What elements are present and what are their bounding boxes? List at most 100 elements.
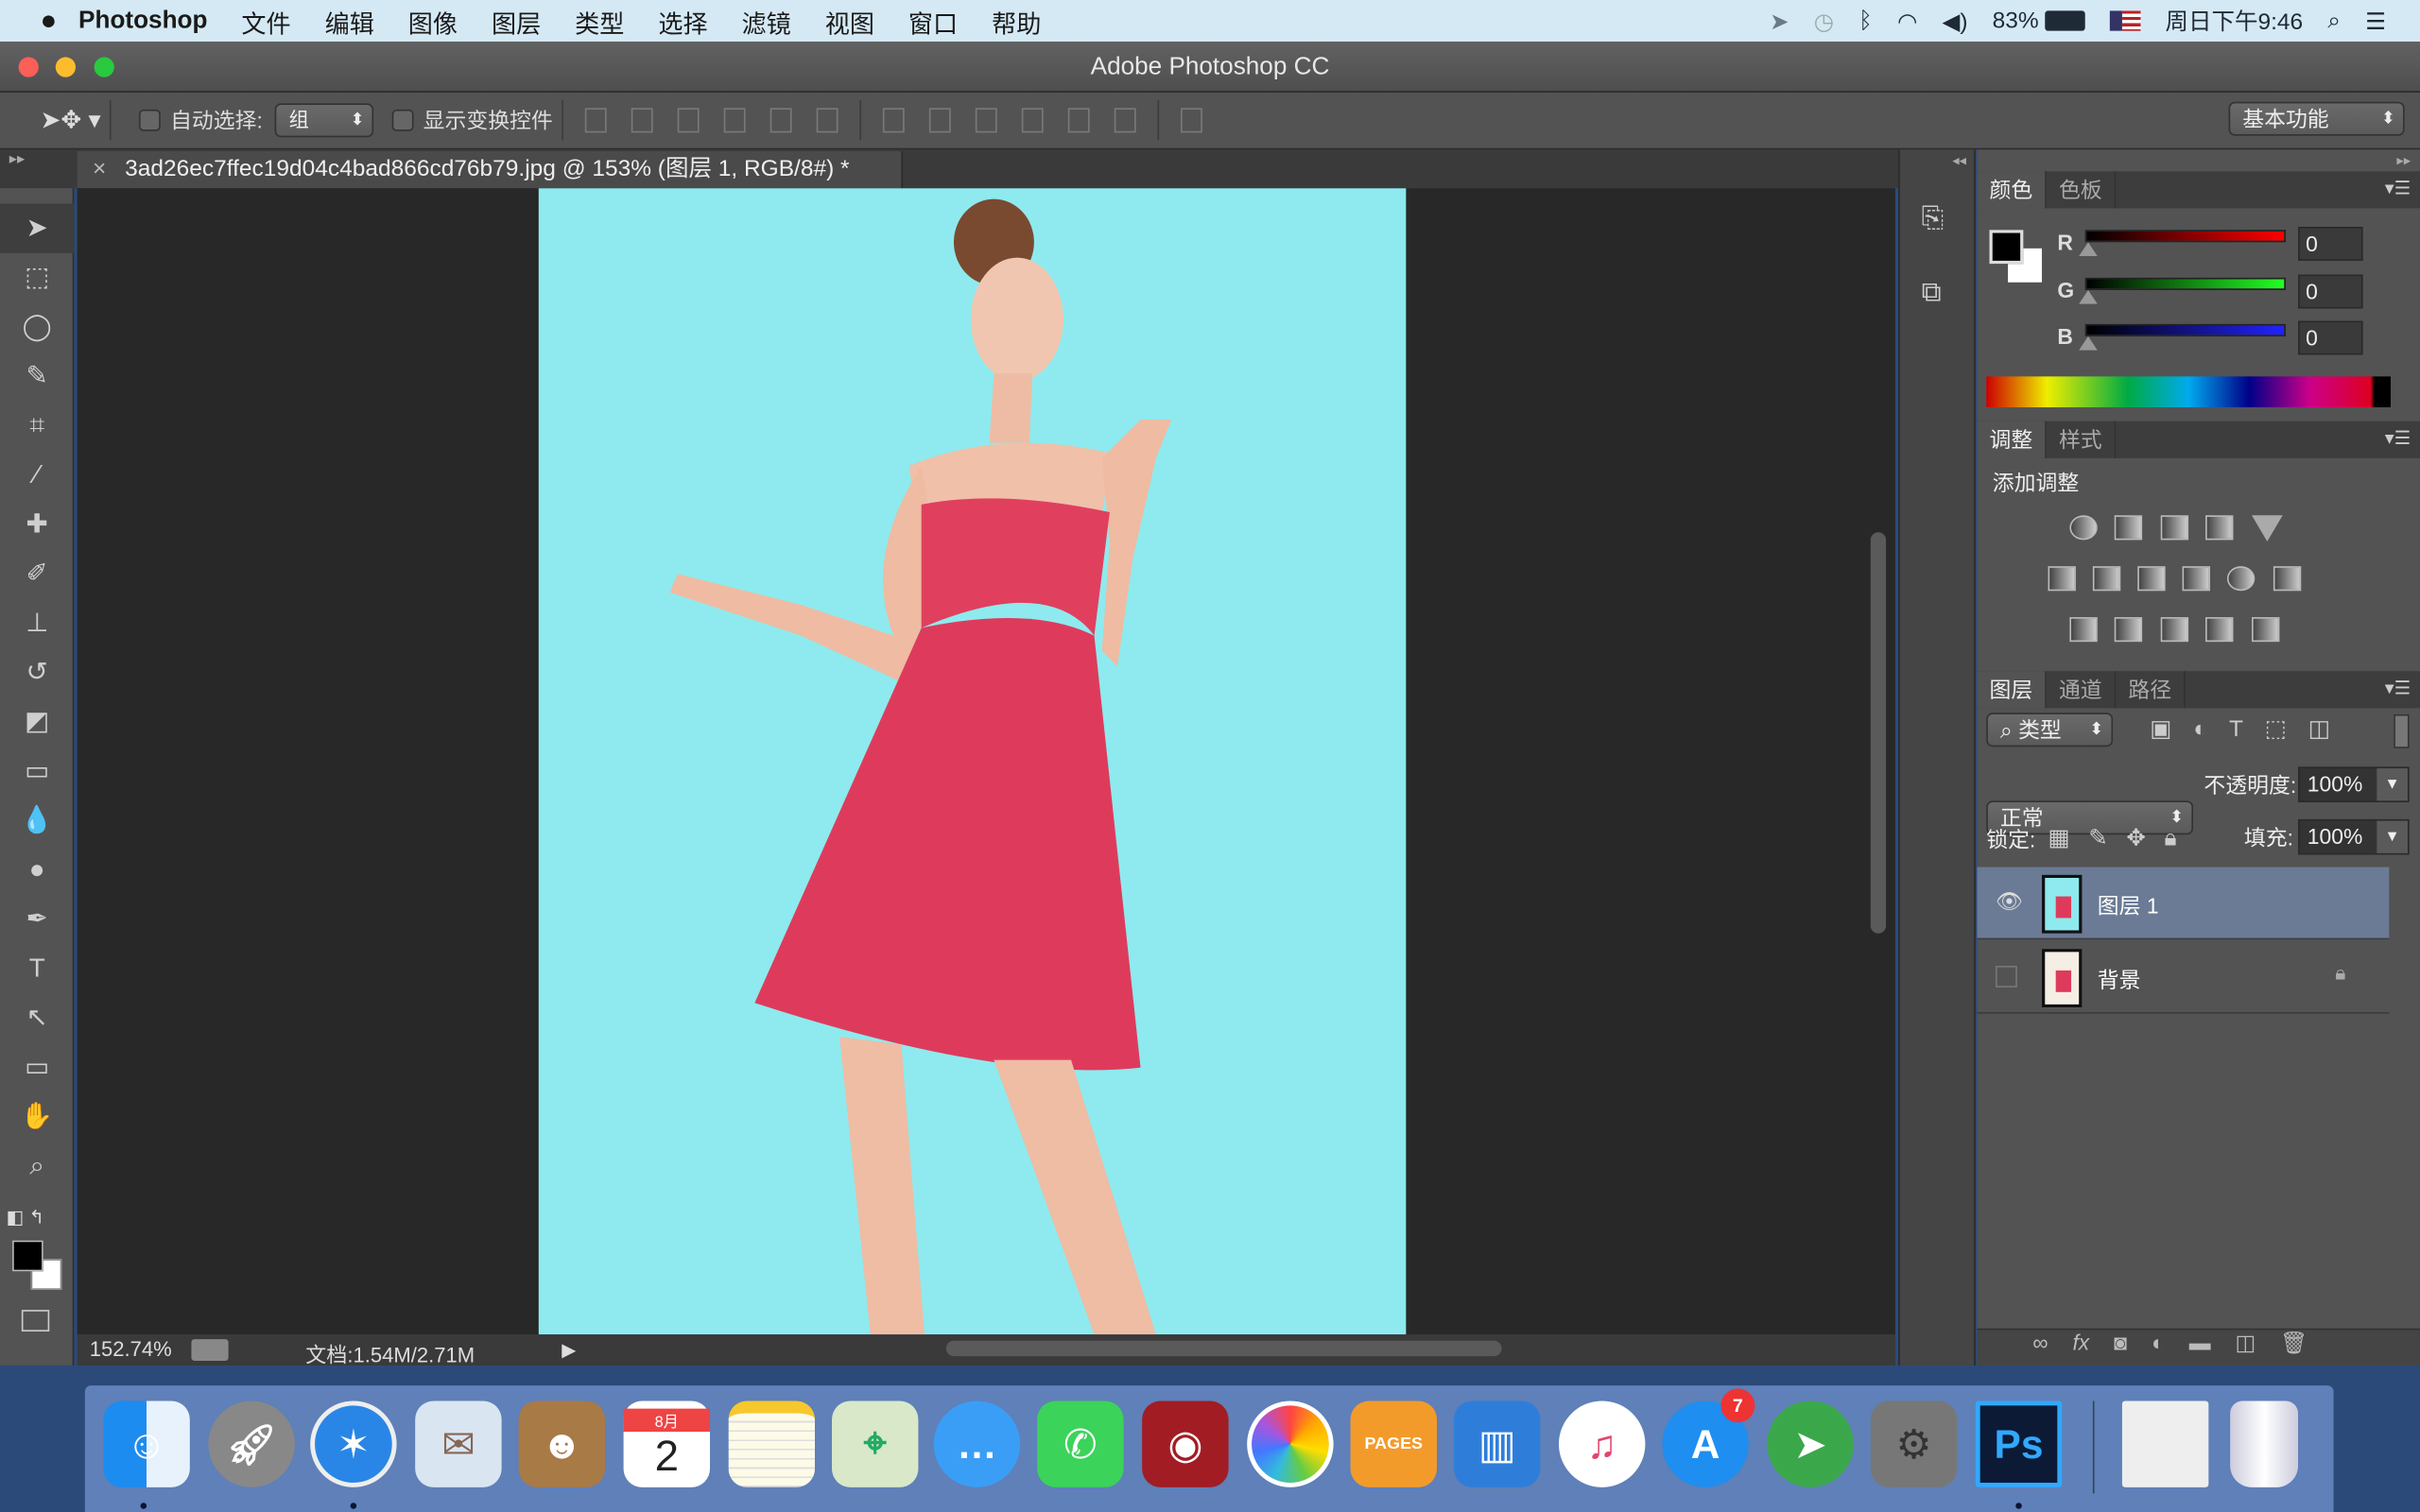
rectangle-tool-icon[interactable]: ▭	[0, 1043, 74, 1092]
distribute-bottom-icon[interactable]	[976, 108, 997, 133]
brightness-contrast-icon[interactable]	[2069, 515, 2098, 541]
menu-filter[interactable]: 滤镜	[742, 2, 791, 39]
move-tool-preset-icon[interactable]: ➤✥ ▾	[40, 105, 100, 136]
document-image[interactable]	[538, 188, 1407, 1335]
distribute-top-icon[interactable]	[883, 108, 906, 133]
opacity-dropdown-icon[interactable]: ▼	[2377, 768, 2408, 801]
r-slider-thumb[interactable]	[2079, 242, 2098, 257]
hand-tool-icon[interactable]: ✋	[0, 1092, 74, 1142]
visibility-toggle[interactable]	[1996, 966, 2017, 988]
color-lookup-icon[interactable]	[2273, 566, 2302, 592]
lock-pixels-icon[interactable]: ✎	[2088, 825, 2126, 851]
delete-layer-icon[interactable]: 🗑︎	[2280, 1330, 2308, 1354]
menu-edit[interactable]: 编辑	[325, 2, 374, 39]
workspace-dropdown[interactable]: 基本功能	[2228, 101, 2405, 136]
quick-selection-tool-icon[interactable]: ✎	[0, 352, 74, 401]
clock[interactable]: 周日下午9:46	[2166, 5, 2304, 37]
smart-object-filter-icon[interactable]: ◫	[2308, 716, 2352, 743]
menu-image[interactable]: 图像	[408, 2, 458, 39]
gradient-map-icon[interactable]	[2252, 617, 2280, 643]
opacity-input[interactable]: 100% ▼	[2298, 766, 2410, 802]
layer-lock-icon[interactable]: 🔒︎	[2335, 961, 2345, 986]
g-slider[interactable]	[2084, 277, 2286, 290]
dock-finder[interactable]: ☺	[103, 1400, 190, 1487]
move-tool-icon[interactable]: ➤	[0, 203, 75, 253]
adjustment-filter-icon[interactable]: ◐	[2193, 716, 2229, 743]
distribute-hcenter-icon[interactable]	[1068, 108, 1090, 133]
r-value-input[interactable]: 0	[2298, 226, 2363, 261]
dock-notes[interactable]	[728, 1400, 816, 1487]
history-brush-tool-icon[interactable]: ↺	[0, 648, 74, 697]
tab-paths[interactable]: 路径	[2116, 671, 2186, 709]
lock-position-icon[interactable]: ✥	[2126, 825, 2164, 851]
layer-name[interactable]: 背景	[2098, 964, 2141, 995]
distribute-right-icon[interactable]	[1115, 108, 1136, 133]
zoom-level[interactable]: 152.74%	[90, 1338, 172, 1361]
status-options-icon[interactable]	[191, 1339, 229, 1361]
healing-brush-tool-icon[interactable]: ✚	[0, 500, 74, 549]
dock-pages[interactable]: PAGES	[1350, 1400, 1437, 1487]
fill-input[interactable]: 100% ▼	[2298, 818, 2410, 855]
battery-percent[interactable]: 83%	[1993, 8, 2039, 34]
invert-icon[interactable]	[2069, 617, 2098, 643]
spotlight-icon[interactable]: ⌕	[2327, 8, 2341, 34]
clone-stamp-tool-icon[interactable]: ⊥	[0, 598, 74, 647]
link-layers-icon[interactable]: ∞	[2032, 1330, 2048, 1354]
vertical-scrollbar[interactable]	[1870, 532, 1887, 934]
layer-style-icon[interactable]: fx	[2072, 1330, 2089, 1354]
lock-all-icon[interactable]: 🔒︎	[2165, 825, 2196, 851]
dock-telegram[interactable]: ➤	[1767, 1400, 1854, 1487]
tab-channels[interactable]: 通道	[2047, 671, 2117, 709]
swap-colors-icon[interactable]: ◧ ↰	[7, 1207, 44, 1228]
shape-filter-icon[interactable]: ⬚	[2265, 716, 2308, 743]
align-left-icon[interactable]	[724, 108, 746, 133]
dock-photos[interactable]	[1247, 1400, 1334, 1487]
marquee-tool-icon[interactable]: ⬚	[0, 253, 74, 302]
posterize-icon[interactable]	[2114, 617, 2143, 643]
wifi-icon[interactable]: ◠	[1897, 7, 1917, 35]
layer-name[interactable]: 图层 1	[2098, 890, 2159, 921]
collapse-panels-icon[interactable]: ◂◂	[1952, 153, 1966, 170]
color-spectrum[interactable]	[1986, 376, 2391, 408]
type-filter-icon[interactable]: T	[2229, 716, 2265, 743]
layer-row[interactable]: 背景 🔒︎	[1977, 941, 2390, 1014]
menu-app[interactable]: Photoshop	[78, 7, 207, 34]
b-slider-thumb[interactable]	[2079, 335, 2098, 351]
close-tab-icon[interactable]: ×	[93, 156, 106, 182]
blur-tool-icon[interactable]: 💧	[0, 796, 74, 845]
notification-center-icon[interactable]: ☰	[2365, 7, 2386, 35]
b-slider[interactable]	[2084, 323, 2286, 336]
threshold-icon[interactable]	[2160, 617, 2189, 643]
minimize-window-button[interactable]	[55, 57, 76, 77]
add-mask-icon[interactable]: ◙	[2114, 1330, 2127, 1354]
expand-panels-icon[interactable]: ▸▸	[2396, 153, 2411, 170]
properties-panel-icon[interactable]: ⧉	[1922, 276, 1942, 308]
show-transform-checkbox[interactable]	[391, 109, 414, 131]
lasso-tool-icon[interactable]: ◯	[0, 302, 74, 352]
visibility-eye-icon[interactable]: 👁︎	[1996, 888, 2023, 915]
align-top-icon[interactable]	[585, 108, 607, 133]
curves-icon[interactable]	[2160, 515, 2189, 541]
new-group-icon[interactable]: ▬	[2189, 1330, 2211, 1354]
close-window-button[interactable]	[18, 57, 39, 77]
layer-filter-icons[interactable]: ▣◐T⬚◫	[2150, 714, 2352, 743]
auto-select-checkbox[interactable]	[139, 109, 162, 131]
status-menu-arrow-icon[interactable]: ▶	[562, 1339, 576, 1361]
volume-icon[interactable]: ◀)	[1942, 7, 1967, 35]
eyedropper-tool-icon[interactable]: ⁄	[0, 451, 74, 500]
document-tab[interactable]: × 3ad26ec7ffec19d04c4bad866cd76b79.jpg @…	[77, 150, 904, 189]
us-flag-icon[interactable]	[2109, 10, 2141, 31]
selective-color-icon[interactable]	[2205, 617, 2234, 643]
g-slider-thumb[interactable]	[2079, 289, 2098, 304]
dock-mail[interactable]: ✉	[415, 1400, 502, 1487]
vibrance-icon[interactable]	[2252, 515, 2283, 542]
align-bottom-icon[interactable]	[678, 108, 700, 133]
quick-mask-icon[interactable]	[21, 1310, 50, 1332]
photo-filter-icon[interactable]	[2182, 566, 2210, 592]
distribute-vcenter-icon[interactable]	[929, 108, 952, 133]
auto-select-dropdown[interactable]: 组	[274, 103, 374, 138]
lock-transparent-icon[interactable]: ▦	[2048, 825, 2089, 851]
tab-layers[interactable]: 图层	[1977, 671, 2047, 709]
eraser-tool-icon[interactable]: ◩	[0, 697, 74, 747]
pen-tool-icon[interactable]: ✒	[0, 895, 74, 944]
